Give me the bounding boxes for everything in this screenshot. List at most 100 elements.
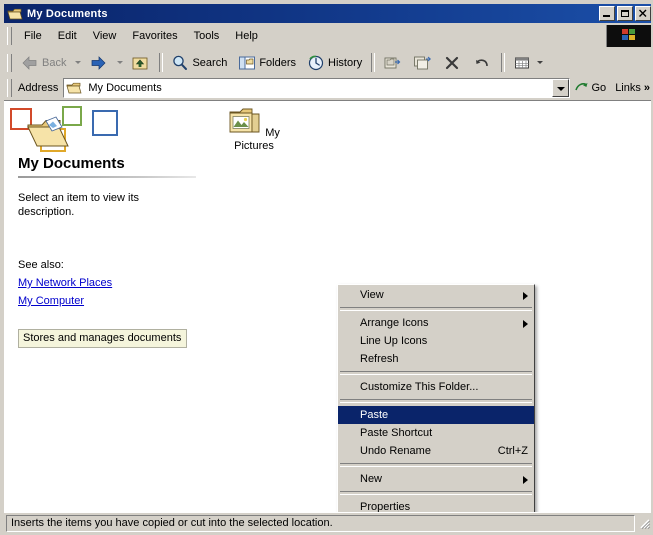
views-button[interactable] [508,52,550,74]
context-menu-item-refresh[interactable]: Refresh [338,350,534,368]
context-menu-item-shortcut: Ctrl+Z [497,445,528,457]
resize-grip-icon[interactable] [637,516,651,530]
history-clock-icon [306,53,326,73]
move-to-folder-icon [382,53,402,73]
menu-file[interactable]: File [16,27,50,45]
context-menu-item-line-up-icons[interactable]: Line Up Icons [338,332,534,350]
move-to-button[interactable] [378,52,408,74]
delete-x-icon [442,53,462,73]
context-menu-item-label: Paste Shortcut [360,427,433,439]
links-button[interactable]: Links » [612,82,651,94]
close-button[interactable] [635,6,651,21]
links-chevron-icon: » [643,82,650,94]
forward-arrow-icon [88,53,108,73]
pictures-folder-icon [228,108,265,139]
context-menu-item-label: Paste [360,409,389,421]
explorer-window: My Documents File Edit View Favorites To… [0,0,653,535]
context-menu-item-label: Line Up Icons [360,335,428,347]
info-panel: My Documents Select an item to view its … [4,101,200,512]
context-menu-item-customize-this-folder[interactable]: Customize This Folder... [338,378,534,396]
address-folder-icon [66,81,82,95]
window-folder-icon [7,7,23,21]
context-menu-item-label: Customize This Folder... [360,381,479,393]
status-bar: Inserts the items you have copied or cut… [4,512,651,533]
up-one-level-icon [130,53,150,73]
history-button-label: History [328,56,363,69]
copy-to-button[interactable] [408,52,438,74]
context-menu-item-label: Arrange Icons [360,317,429,329]
delete-button[interactable] [438,52,468,74]
magnifier-icon [170,53,190,73]
context-menu-item-new[interactable]: New [338,470,534,488]
forward-button[interactable] [84,52,114,74]
folder-pane-icon [237,53,257,73]
menubar-grip[interactable] [7,27,12,45]
back-dropdown-caret[interactable] [75,61,82,64]
caption-button-group [599,6,651,21]
menu-edit[interactable]: Edit [50,27,85,45]
folders-button-label: Folders [259,56,297,69]
folders-button[interactable]: Folders [233,52,302,74]
toolbar-separator-1 [159,53,164,72]
context-menu-item-label: Properties [360,501,411,512]
context-menu-separator-5 [340,491,532,495]
panel-watermark [10,106,130,156]
panel-description: Select an item to view its description. [18,192,140,218]
menu-tools[interactable]: Tools [186,27,228,45]
folder-tooltip: Stores and manages documents [18,329,188,348]
context-menu-item-undo-rename[interactable]: Undo Rename Ctrl+Z [338,442,534,460]
search-button-label: Search [192,56,228,69]
context-menu-separator-2 [340,371,532,375]
maximize-button[interactable] [617,6,633,21]
views-dropdown-caret[interactable] [537,61,544,64]
link-my-computer[interactable]: My Computer [18,295,84,307]
status-text: Inserts the items you have copied or cut… [6,514,635,532]
back-arrow-icon [20,53,40,73]
address-value: My Documents [88,82,162,94]
link-my-network-places[interactable]: My Network Places [18,277,112,289]
windows-flag-logo [606,25,651,47]
toolbar-grip[interactable] [7,53,12,72]
see-also-label: See also: [18,259,64,271]
go-button-label: Go [591,82,607,94]
address-bar: Address My Documents Go Links » [4,76,651,100]
context-menu-item-paste[interactable]: Paste [338,406,534,424]
go-button[interactable]: Go [570,80,613,96]
forward-dropdown-caret[interactable] [117,61,124,64]
file-item-my-pictures[interactable]: My Pictures [215,106,293,153]
context-menu: View Arrange Icons Line Up Icons Refresh… [337,284,535,512]
context-menu-item-arrange-icons[interactable]: Arrange Icons [338,314,534,332]
back-button[interactable]: Back [16,52,72,74]
back-button-label: Back [42,56,67,69]
context-menu-item-label: New [360,473,383,485]
history-button[interactable]: History [302,52,368,74]
menu-bar: File Edit View Favorites Tools Help [4,23,651,49]
submenu-arrow-icon [523,320,528,328]
views-grid-icon [512,53,532,73]
minimize-button[interactable] [599,6,615,21]
address-input[interactable]: My Documents [63,78,570,98]
context-menu-separator-3 [340,399,532,403]
go-arrow-icon [574,80,590,96]
menu-help[interactable]: Help [227,27,266,45]
my-documents-folder-icon [26,116,72,150]
context-menu-separator-4 [340,463,532,467]
toolbar-separator-3 [501,53,506,72]
toolbar-separator-2 [371,53,376,72]
up-button[interactable] [126,52,156,74]
address-dropdown-button[interactable] [551,79,569,97]
menu-favorites[interactable]: Favorites [124,27,185,45]
context-menu-item-label: Refresh [360,353,399,365]
undo-button[interactable] [468,52,498,74]
menu-view[interactable]: View [85,27,125,45]
addressbar-grip[interactable] [7,79,12,97]
search-button[interactable]: Search [166,52,233,74]
context-menu-item-label: View [360,289,384,301]
context-menu-item-paste-shortcut[interactable]: Paste Shortcut [338,424,534,442]
undo-arrow-icon [472,53,492,73]
context-menu-separator-1 [340,307,532,311]
client-area: My Documents Select an item to view its … [4,100,651,512]
submenu-arrow-icon [523,476,528,484]
context-menu-item-properties[interactable]: Properties [338,498,534,512]
context-menu-item-view[interactable]: View [338,286,534,304]
